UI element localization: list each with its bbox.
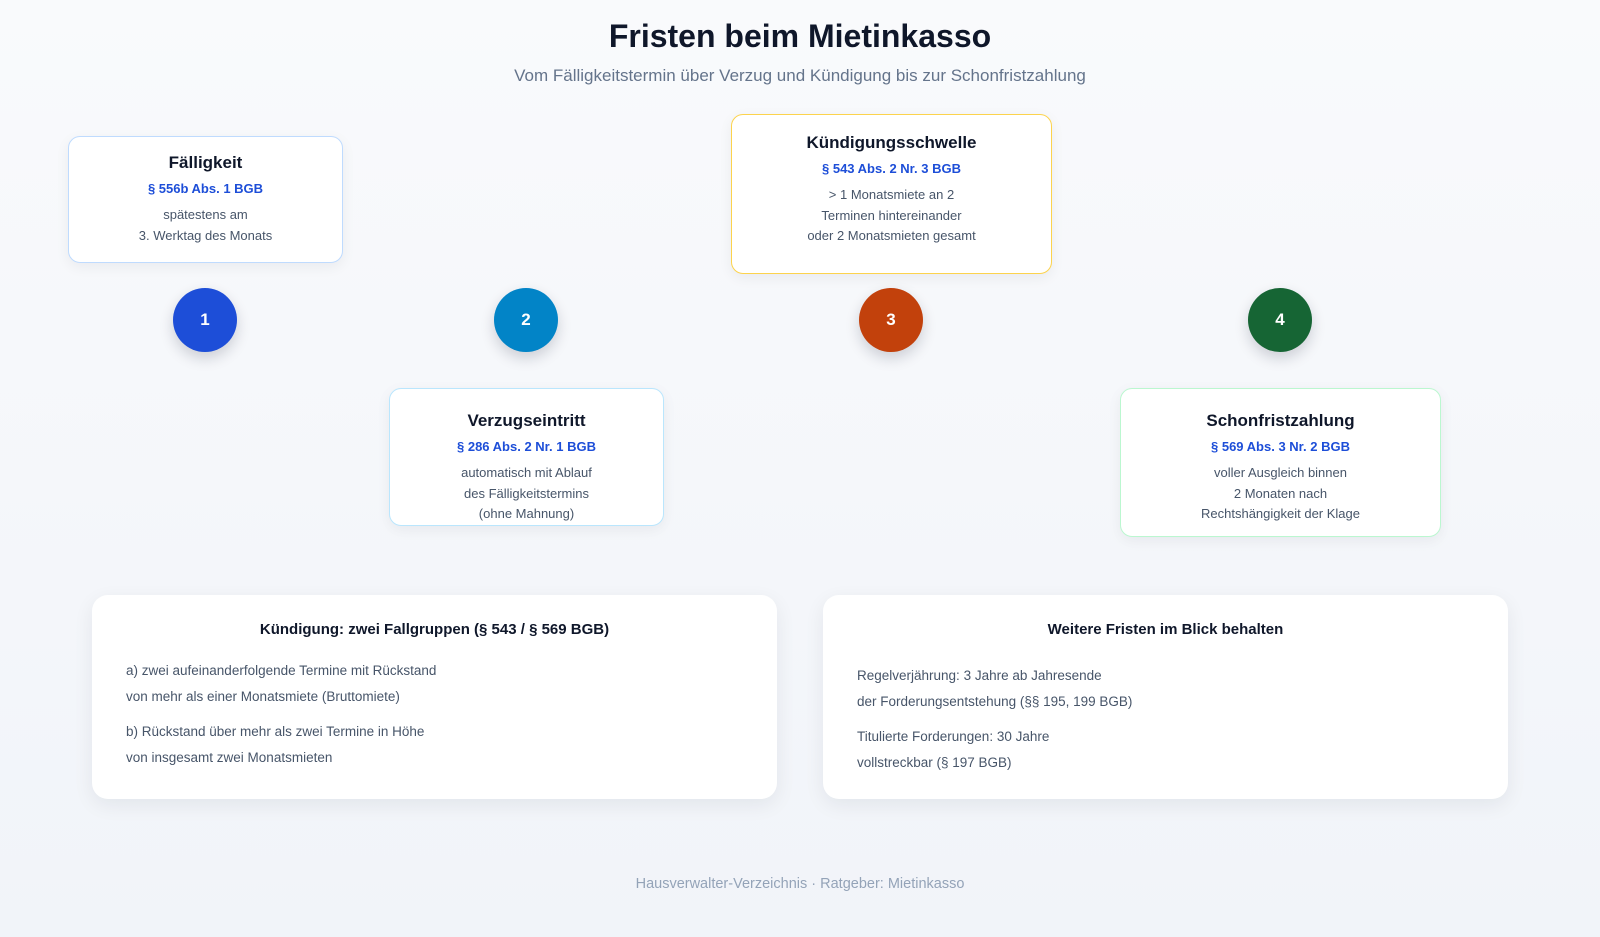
step-description-line: automatisch mit Ablauf	[461, 465, 592, 480]
step-title: Kündigungsschwelle	[806, 133, 977, 152]
step-description-line: des Fälligkeitstermins	[464, 485, 589, 501]
info-box-line: von insgesamt zwei Monatsmieten	[126, 749, 333, 765]
info-box-weitere-fristen: Weitere Fristen im Blick behalten Regelv…	[823, 595, 1508, 799]
step-description: > 1 Monatsmiete an 2 Terminen hintereina…	[732, 185, 1051, 247]
info-box-item: Titulierte Forderungen: 30 Jahre vollstr…	[857, 724, 1508, 775]
step-number-badge-2: 2	[494, 288, 558, 352]
step-description: automatisch mit Ablauf des Fälligkeitste…	[390, 463, 663, 525]
info-box-item: a) zwei aufeinanderfolgende Termine mit …	[126, 658, 777, 709]
info-box-list: Regelverjährung: 3 Jahre ab Jahresende d…	[823, 663, 1508, 775]
step-description-line: 2 Monaten nach	[1233, 485, 1328, 501]
info-box-title: Weitere Fristen im Blick behalten	[1047, 621, 1284, 638]
page-subtitle: Vom Fälligkeitstermin über Verzug und Kü…	[514, 66, 1086, 85]
step-card-kuendigungsschwelle: Kündigungsschwelle § 543 Abs. 2 Nr. 3 BG…	[731, 114, 1052, 274]
step-description-line: spätestens am	[163, 207, 248, 222]
info-box-list: a) zwei aufeinanderfolgende Termine mit …	[92, 658, 777, 770]
step-description-line: (ohne Mahnung)	[478, 506, 575, 521]
info-box-line: von mehr als einer Monatsmiete (Bruttomi…	[126, 688, 400, 704]
step-description: spätestens am 3. Werktag des Monats	[69, 205, 342, 246]
step-title: Verzugseintritt	[467, 411, 586, 430]
step-description-line: 3. Werktag des Monats	[138, 227, 273, 243]
step-description-line: voller Ausgleich binnen	[1214, 465, 1347, 480]
step-number-badge-3: 3	[859, 288, 923, 352]
info-box-line: vollstreckbar (§ 197 BGB)	[857, 754, 1012, 770]
step-card-faelligkeit: Fälligkeit § 556b Abs. 1 BGB spätestens …	[68, 136, 343, 263]
step-description: voller Ausgleich binnen 2 Monaten nach R…	[1121, 463, 1440, 525]
step-description-line: Terminen hintereinander	[821, 207, 962, 223]
info-box-item: Regelverjährung: 3 Jahre ab Jahresende d…	[857, 663, 1508, 714]
step-title: Fälligkeit	[168, 153, 243, 172]
info-box-line: a) zwei aufeinanderfolgende Termine mit …	[126, 663, 437, 678]
page-title: Fristen beim Mietinkasso	[608, 18, 992, 54]
step-card-schonfristzahlung: Schonfristzahlung § 569 Abs. 3 Nr. 2 BGB…	[1120, 388, 1441, 537]
step-description-line: > 1 Monatsmiete an 2	[828, 187, 955, 202]
step-law-reference: § 556b Abs. 1 BGB	[147, 181, 264, 196]
step-number-badge-4: 4	[1248, 288, 1312, 352]
info-box-line: Titulierte Forderungen: 30 Jahre	[857, 729, 1050, 744]
step-title: Schonfristzahlung	[1206, 411, 1355, 430]
step-card-verzugseintritt: Verzugseintritt § 286 Abs. 2 Nr. 1 BGB a…	[389, 388, 664, 526]
step-description-line: Rechtshängigkeit der Klage	[1201, 506, 1360, 521]
info-box-title: Kündigung: zwei Fallgruppen (§ 543 / § 5…	[259, 621, 610, 638]
footer-credit: Hausverwalter-Verzeichnis · Ratgeber: Mi…	[635, 876, 965, 892]
step-law-reference: § 286 Abs. 2 Nr. 1 BGB	[457, 439, 596, 454]
info-box-line: b) Rückstand über mehr als zwei Termine …	[126, 724, 425, 739]
info-box-item: b) Rückstand über mehr als zwei Termine …	[126, 719, 777, 770]
step-law-reference: § 543 Abs. 2 Nr. 3 BGB	[822, 161, 961, 176]
info-box-line: Regelverjährung: 3 Jahre ab Jahresende	[857, 668, 1102, 683]
info-box-kuendigung-fallgruppen: Kündigung: zwei Fallgruppen (§ 543 / § 5…	[92, 595, 777, 799]
step-law-reference: § 569 Abs. 3 Nr. 2 BGB	[1211, 439, 1350, 454]
info-box-line: der Forderungsentstehung (§§ 195, 199 BG…	[857, 693, 1133, 709]
page: Fristen beim Mietinkasso Vom Fälligkeits…	[0, 0, 1600, 937]
step-number-badge-1: 1	[173, 288, 237, 352]
step-description-line: oder 2 Monatsmieten gesamt	[807, 228, 976, 243]
